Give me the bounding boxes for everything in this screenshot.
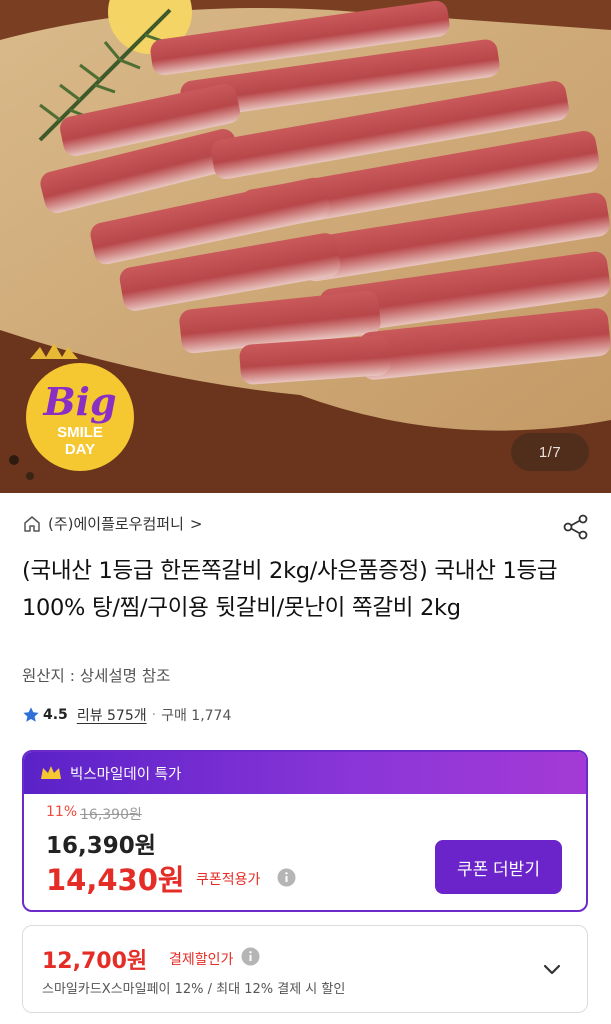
home-icon bbox=[24, 515, 40, 532]
info-icon[interactable] bbox=[241, 947, 260, 966]
seller-link[interactable]: (주)에이플로우컴퍼니 > bbox=[22, 513, 202, 534]
crown-icon bbox=[41, 766, 61, 779]
discount-percent: 11% bbox=[46, 804, 78, 820]
payment-discount-price: 12,700원 bbox=[42, 949, 148, 974]
more-coupons-button[interactable]: 쿠폰 더받기 bbox=[435, 840, 562, 894]
chevron-right-icon: > bbox=[189, 514, 203, 533]
product-origin: 원산지 : 상세설명 참조 bbox=[22, 667, 171, 685]
review-count-link[interactable]: 리뷰 575개 bbox=[77, 705, 147, 725]
payment-discount-description: 스마일카드X스마일페이 12% / 최대 12% 결제 시 할인 bbox=[42, 982, 346, 997]
share-icon[interactable] bbox=[561, 512, 591, 542]
coupon-price: 14,430원 bbox=[46, 863, 185, 897]
info-icon[interactable] bbox=[277, 868, 296, 887]
deal-header: 빅스마일데이 특가 bbox=[24, 752, 586, 794]
deal-title: 빅스마일데이 특가 bbox=[70, 766, 182, 783]
rating-score: 4.5 bbox=[43, 707, 68, 723]
sale-price: 16,390원 bbox=[46, 833, 156, 859]
purchase-count: 구매 1,774 bbox=[161, 708, 232, 724]
svg-text:SMILE: SMILE bbox=[57, 424, 103, 441]
rating-summary: 4.5 리뷰 575개 · 구매 1,774 bbox=[22, 705, 231, 725]
svg-text:DAY: DAY bbox=[65, 441, 95, 458]
original-price: 16,390원 bbox=[80, 807, 142, 823]
svg-text:Big: Big bbox=[42, 379, 116, 424]
payment-discount-box[interactable]: 12,700원 결제할인가 스마일카드X스마일페이 12% / 최대 12% 결… bbox=[22, 925, 588, 1013]
image-counter: 1/7 bbox=[511, 433, 589, 471]
star-icon bbox=[23, 707, 39, 722]
chevron-down-icon[interactable] bbox=[541, 958, 563, 980]
special-deal-box: 빅스마일데이 특가 11% 16,390원 16,390원 14,430원 쿠폰… bbox=[22, 750, 588, 912]
product-image-gallery[interactable]: Big SMILE DAY 1/7 bbox=[0, 0, 611, 493]
payment-discount-label: 결제할인가 bbox=[169, 952, 234, 968]
separator: · bbox=[151, 707, 157, 723]
product-title: (국내산 1등급 한돈쪽갈비 2kg/사은품증정) 국내산 1등급 100% 탕… bbox=[22, 558, 558, 621]
seller-name: (주)에이플로우컴퍼니 bbox=[48, 515, 184, 533]
big-smile-day-badge: Big SMILE DAY bbox=[22, 343, 138, 473]
crown-icon bbox=[30, 343, 78, 359]
coupon-price-label: 쿠폰적용가 bbox=[196, 872, 261, 888]
